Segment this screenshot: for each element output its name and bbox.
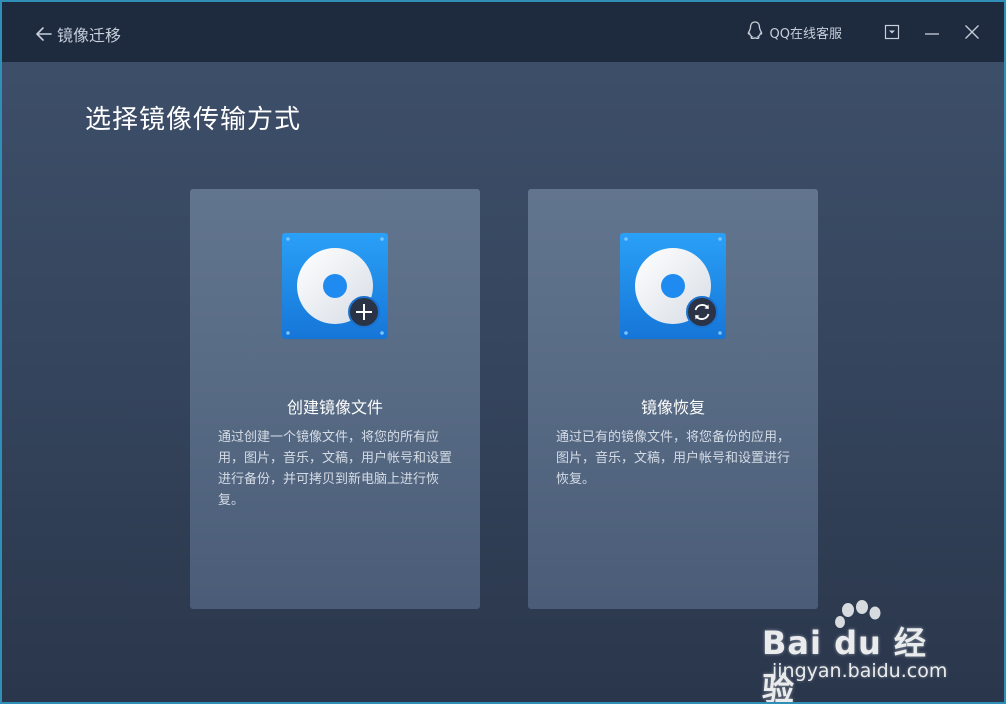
- back-label: 镜像迁移: [57, 26, 122, 45]
- titlebar-controls: QQ在线客服: [746, 20, 982, 44]
- page-title: 选择镜像传输方式: [85, 105, 302, 135]
- minimize-icon: [925, 33, 939, 35]
- app-window: 镜像迁移 QQ在线客服 选择镜像传输方式 创建镜像文件 通过创建一个镜像文件，将…: [0, 0, 1006, 704]
- arrow-left-icon: [35, 25, 53, 43]
- baidu-jingyan-watermark: Bai du 经验 jingyan.baidu.com: [762, 600, 952, 702]
- qq-penguin-icon: [746, 20, 764, 44]
- card-title: 镜像恢复: [640, 398, 705, 417]
- close-button[interactable]: [962, 22, 982, 42]
- menu-dropdown-icon: [884, 24, 900, 40]
- close-icon: [965, 25, 979, 39]
- card-description: 通过已有的镜像文件，将您备份的应用，图片，音乐，文稿，用户帐号和设置进行恢复。: [556, 430, 791, 487]
- minimize-button[interactable]: [922, 22, 942, 42]
- card-title: 创建镜像文件: [286, 398, 383, 417]
- create-image-card[interactable]: 创建镜像文件 通过创建一个镜像文件，将您的所有应用，图片，音乐，文稿，用户帐号和…: [190, 189, 480, 609]
- dropdown-menu-button[interactable]: [882, 22, 902, 42]
- watermark-url: jingyan.baidu.com: [772, 660, 948, 682]
- title-bar: 镜像迁移 QQ在线客服: [2, 2, 1004, 62]
- disk-add-icon: [282, 233, 388, 339]
- card-description: 通过创建一个镜像文件，将您的所有应用，图片，音乐，文稿，用户帐号和设置进行备份，…: [218, 430, 453, 508]
- restore-image-card[interactable]: 镜像恢复 通过已有的镜像文件，将您备份的应用，图片，音乐，文稿，用户帐号和设置进…: [528, 189, 818, 609]
- back-button[interactable]: 镜像迁移: [35, 22, 121, 46]
- disk-restore-icon: [620, 233, 726, 339]
- qq-service-label: QQ在线客服: [769, 26, 842, 42]
- qq-service-link[interactable]: QQ在线客服: [746, 20, 842, 44]
